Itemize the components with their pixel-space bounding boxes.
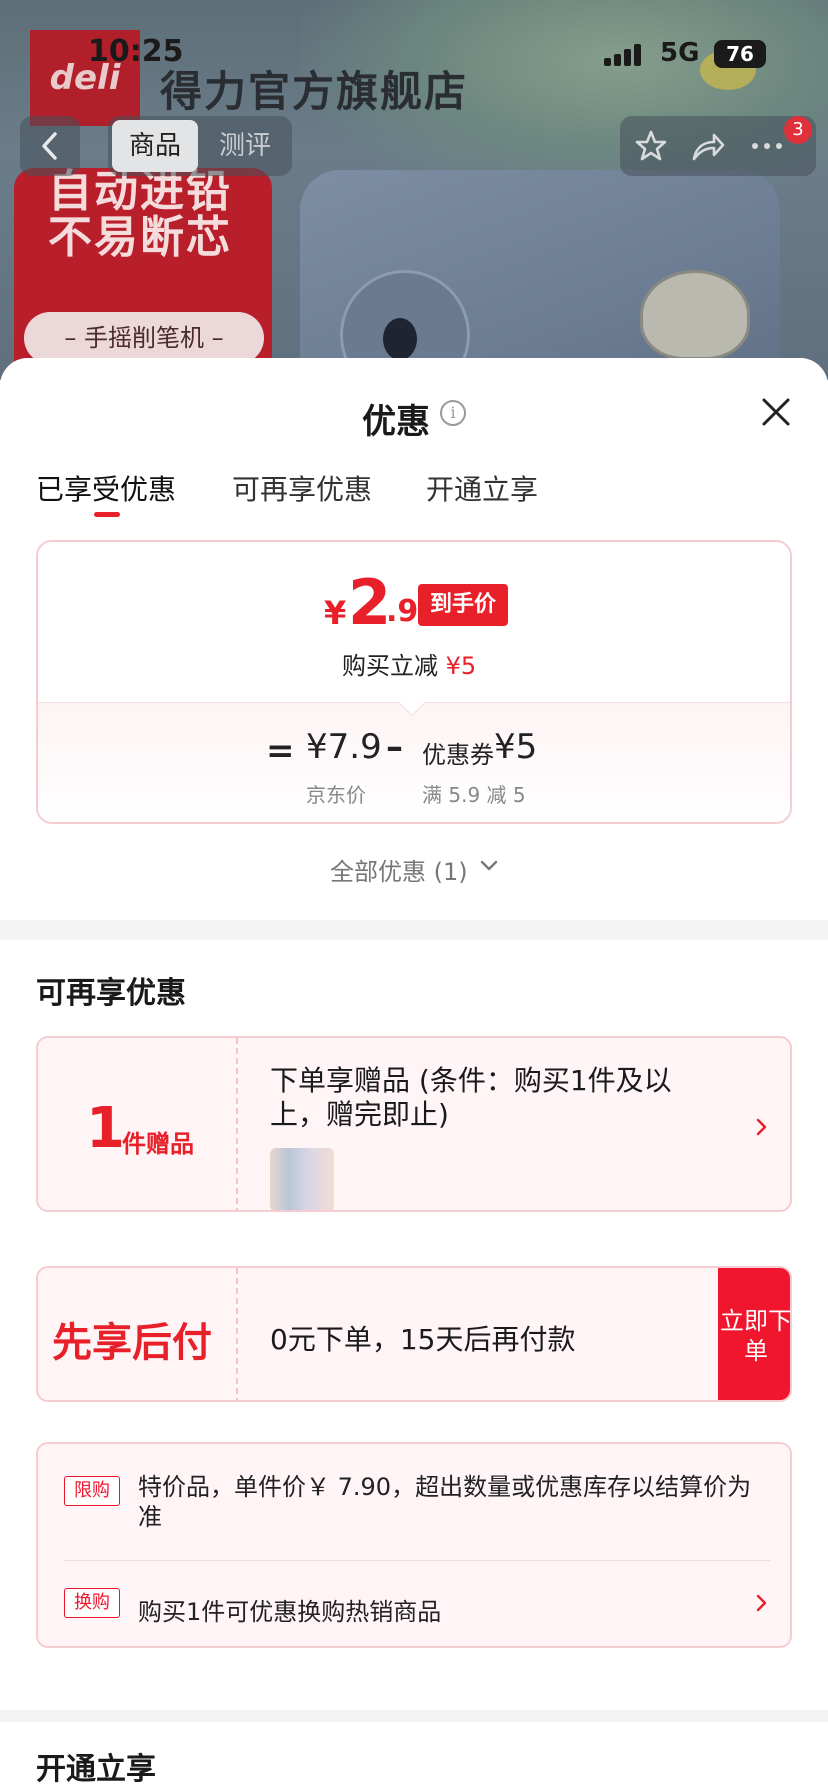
minus-sign: – (386, 727, 403, 767)
chevron-down-icon[interactable] (478, 854, 500, 876)
divider (64, 1560, 770, 1561)
sheet-title: 优惠 (362, 402, 430, 442)
price-breakdown: = ¥7.9 京东价 – 优惠券 ¥5 满 5.9 减 5 (38, 702, 790, 822)
gift-count-area: 1 件赠品 (38, 1038, 238, 1210)
bnpl-card: 先享后付 0元下单，15天后再付款 立即下单 (36, 1266, 792, 1402)
status-time: 10:25 (88, 34, 184, 69)
more-icon[interactable] (750, 140, 784, 152)
coupon-label: 优惠券 (422, 741, 494, 769)
star-icon[interactable] (634, 129, 668, 163)
product-hole (383, 318, 417, 360)
gift-unit: 件赠品 (122, 1130, 194, 1158)
reduce-label: 购买立减 (342, 652, 438, 680)
store-name[interactable]: 得力官方旗舰店 (160, 58, 468, 119)
tab-more[interactable]: 可再享优惠 (232, 468, 372, 508)
more-deals-title: 可再享优惠 (36, 976, 186, 1011)
price-currency: ¥ (324, 594, 347, 632)
price-decimal: .9 (386, 594, 419, 629)
reduce-line: 购买立减 ¥5 (342, 646, 476, 681)
more-deals-section: 可再享优惠 1 件赠品 下单享赠品 (条件：购买1件及以上，赠完即止) 先享后付… (0, 940, 828, 1710)
share-icon[interactable] (690, 129, 726, 163)
info-icon[interactable]: i (440, 400, 466, 426)
order-now-button[interactable]: 立即下单 (718, 1268, 790, 1400)
tab-product[interactable]: 商品 (112, 120, 198, 172)
chevron-right-icon[interactable] (752, 1118, 770, 1136)
coupon-condition: 满 5.9 减 5 (422, 783, 526, 807)
reduce-amount: ¥5 (445, 652, 477, 680)
base-price: ¥7.9 (306, 727, 382, 767)
tab-open[interactable]: 开通立享 (426, 468, 538, 508)
coupon-amount: ¥5 (494, 727, 538, 767)
signal-icon (604, 42, 646, 66)
back-button[interactable] (20, 116, 80, 176)
gift-thumbnail[interactable] (270, 1148, 334, 1210)
tab-review[interactable]: 测评 (202, 120, 288, 172)
final-price-card: ¥ 2 .9 到手价 购买立减 ¥5 = ¥7.9 京东价 – 优惠券 ¥5 满… (36, 540, 792, 824)
swap-tag: 换购 (64, 1588, 120, 1618)
swap-text[interactable]: 购买1件可优惠换购热销商品 (138, 1592, 441, 1627)
final-price-area: ¥ 2 .9 到手价 购买立减 ¥5 (38, 542, 790, 702)
nav-tabs: 商品 测评 (108, 116, 292, 176)
limit-card: 限购 特价品，单件价￥ 7.90，超出数量或优惠库存以结算价为准 换购 购买1件… (36, 1442, 792, 1648)
base-price-label: 京东价 (306, 783, 366, 807)
promo-pill: – 手摇削笔机 – (24, 312, 264, 364)
price-integer: 2 (348, 566, 392, 639)
promo-line-2: 不易断芯 (48, 212, 232, 263)
bnpl-description: 0元下单，15天后再付款 (270, 1323, 576, 1356)
chevron-right-icon[interactable] (752, 1594, 770, 1612)
sheet-header-section: 优惠 i 已享受优惠 可再享优惠 开通立享 ¥ 2 .9 到手价 购买立减 ¥5 (0, 358, 828, 920)
close-icon[interactable] (758, 394, 794, 430)
open-benefits-section: 开通立享 (0, 1722, 828, 1792)
bnpl-name: 先享后付 (52, 1320, 212, 1366)
tab-indicator (94, 512, 120, 517)
chevron-left-icon (42, 132, 57, 160)
equals-sign: = (266, 731, 295, 771)
final-price-badge: 到手价 (418, 584, 508, 626)
discount-sheet: 优惠 i 已享受优惠 可再享优惠 开通立享 ¥ 2 .9 到手价 购买立减 ¥5 (0, 358, 828, 1792)
open-benefits-title: 开通立享 (36, 1752, 156, 1787)
all-deals-toggle[interactable]: 全部优惠 (1) (330, 852, 468, 887)
gift-card[interactable]: 1 件赠品 下单享赠品 (条件：购买1件及以上，赠完即止) (36, 1036, 792, 1212)
gift-title: 下单享赠品 (条件：购买1件及以上，赠完即止) (270, 1064, 672, 1131)
limit-text: 特价品，单件价￥ 7.90，超出数量或优惠库存以结算价为准 (138, 1473, 752, 1531)
gift-count: 1 (86, 1096, 125, 1161)
notification-badge: 3 (784, 116, 812, 144)
dog-sticker (640, 270, 750, 360)
sheet-tabs: 已享受优惠 可再享优惠 开通立享 (0, 468, 828, 518)
tab-enjoyed[interactable]: 已享受优惠 (36, 468, 176, 508)
bnpl-label-area: 先享后付 (38, 1268, 238, 1400)
network-type: 5G (660, 38, 700, 68)
battery-icon: 76 (714, 40, 766, 68)
limit-tag: 限购 (64, 1476, 120, 1506)
